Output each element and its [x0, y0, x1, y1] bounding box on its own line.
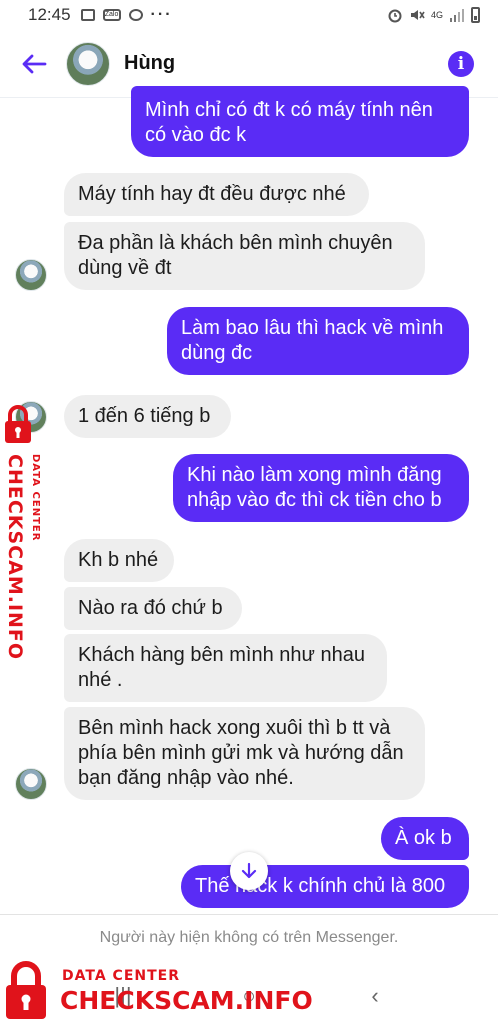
arrow-down-icon [241, 862, 257, 879]
scroll-to-bottom-button[interactable] [230, 852, 268, 890]
status-app-icons: Zalo ··· [80, 6, 173, 24]
lock-icon [6, 961, 46, 1019]
info-icon: i [457, 53, 465, 74]
sender-avatar [15, 768, 47, 800]
signal-icon [450, 9, 464, 22]
message-outgoing[interactable]: À ok b [381, 817, 469, 860]
message-incoming[interactable]: Khách hàng bên mình như nhau nhé . [64, 634, 387, 702]
nav-back-icon: ‹ [371, 983, 379, 1008]
watermark-subtext: DATA CENTER [30, 454, 41, 542]
message-incoming[interactable]: Đa phần là khách bên mình chuyên dùng về… [64, 222, 425, 290]
message-incoming[interactable]: Nào ra đó chứ b [64, 587, 242, 630]
message-incoming[interactable]: Máy tính hay đt đều được nhé [64, 173, 369, 216]
watermark-side: CHECKSCAM.INFO DATA CENTER [0, 404, 50, 660]
unavailable-notice: Người này hiện không có trên Messenger. [99, 929, 399, 946]
footer-divider [0, 914, 498, 915]
status-time: 12:45 [28, 5, 71, 24]
message-incoming[interactable]: Kh b nhé [64, 539, 174, 582]
watermark-bottom: DATA CENTER CHECKSCAM.INFO [0, 958, 313, 1022]
zalo-icon: Zalo [102, 9, 121, 21]
more-notifications-icon: ··· [150, 6, 173, 23]
contact-name[interactable]: Hùng [124, 52, 175, 75]
back-arrow-icon [22, 54, 47, 73]
alarm-icon [388, 9, 402, 23]
message-outgoing[interactable]: Thế hack k chính chủ là 800 [181, 865, 469, 908]
status-bar: 12:45 Zalo ··· 4G [0, 0, 498, 30]
back-button[interactable] [16, 46, 52, 82]
message-outgoing[interactable]: Khi nào làm xong mình đăng nhập vào đc t… [173, 454, 469, 522]
image-icon [80, 9, 95, 21]
watermark-text: CHECKSCAM.INFO [4, 454, 26, 661]
message-outgoing[interactable]: Mình chỉ có đt k có máy tính nên có vào … [131, 86, 469, 157]
message-outgoing[interactable]: Làm bao lâu thì hack về mình dùng đc [167, 307, 469, 375]
info-button[interactable]: i [448, 50, 474, 77]
lock-icon [5, 405, 31, 443]
mute-icon [410, 10, 425, 20]
chrome-icon [128, 9, 143, 21]
message-incoming[interactable]: Bên mình hack xong xuôi thì b tt và phía… [64, 707, 425, 800]
watermark-subtext: DATA CENTER [62, 968, 180, 984]
status-system-icons: 4G [387, 7, 480, 23]
battery-icon [471, 7, 480, 23]
contact-avatar[interactable] [66, 41, 110, 86]
network-type: 4G [430, 9, 443, 20]
watermark-text: CHECKSCAM.INFO [60, 986, 313, 1015]
sender-avatar [15, 259, 47, 291]
message-incoming[interactable]: 1 đến 6 tiếng b [64, 395, 231, 438]
nav-back-button[interactable]: ‹ [355, 976, 395, 1016]
